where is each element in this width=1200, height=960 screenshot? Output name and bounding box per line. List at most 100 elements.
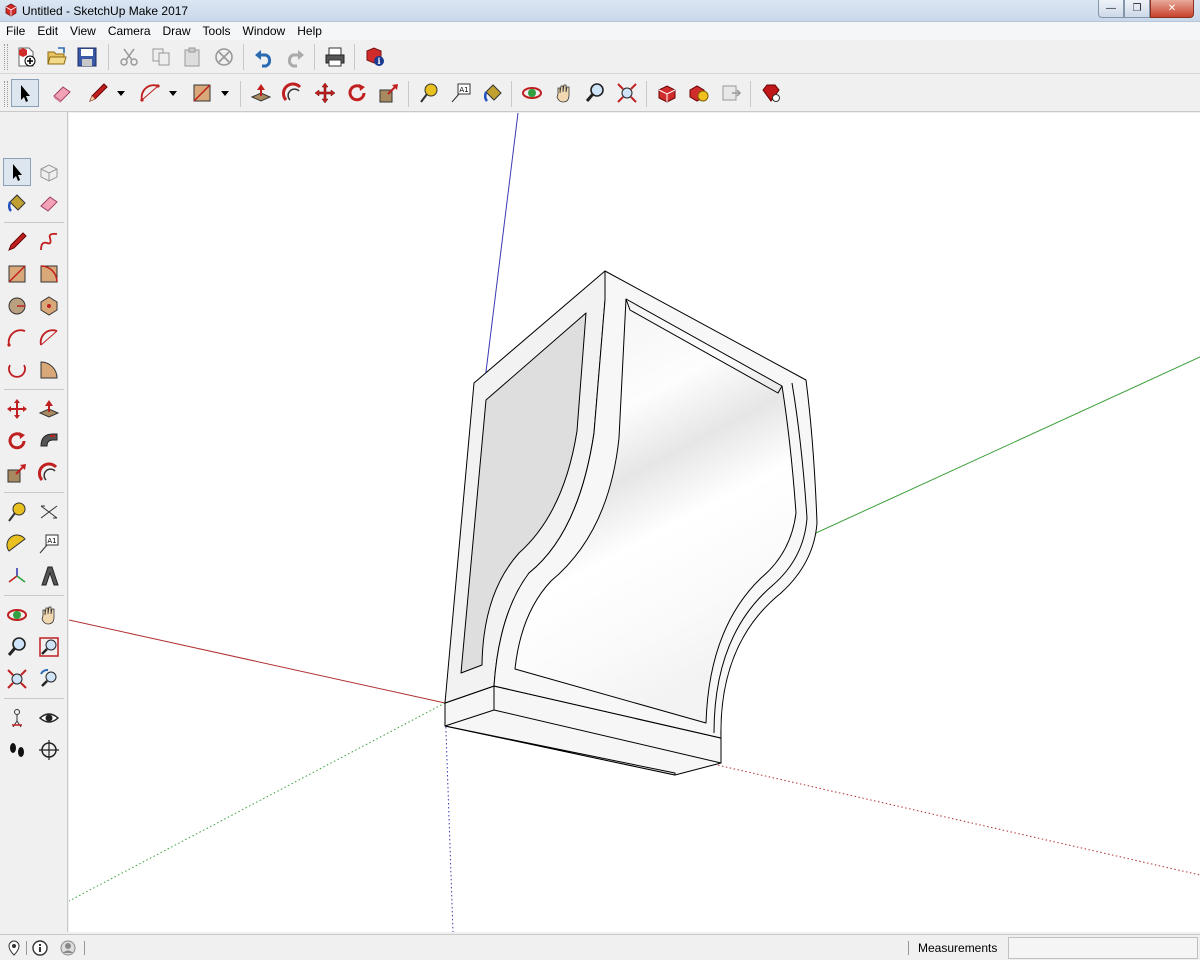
arc-tool-button[interactable] xyxy=(136,79,164,107)
extension-manager-button[interactable] xyxy=(757,79,785,107)
model-info-button[interactable]: i xyxy=(361,43,389,71)
palette-push-pull-button[interactable] xyxy=(35,395,63,423)
walk-icon xyxy=(10,743,24,757)
palette-text-button[interactable]: A1 xyxy=(35,530,63,558)
toolbar-grip[interactable] xyxy=(4,81,8,107)
palette-follow-me-button[interactable] xyxy=(35,427,63,455)
3d-warehouse-button[interactable] xyxy=(653,79,681,107)
palette-select-button[interactable] xyxy=(3,158,31,186)
palette-protractor-button[interactable] xyxy=(3,530,31,558)
palette-walk-button[interactable] xyxy=(3,736,31,764)
text-tool-button[interactable]: A1 xyxy=(447,79,475,107)
axes-icon xyxy=(8,568,26,583)
move-tool-button[interactable] xyxy=(311,79,339,107)
palette-paint-bucket-button[interactable] xyxy=(3,189,31,217)
maximize-button[interactable]: ❐ xyxy=(1124,0,1150,18)
pencil-tool-dropdown[interactable] xyxy=(116,79,126,107)
palette-rectangle-button[interactable] xyxy=(3,260,31,288)
menu-edit[interactable]: Edit xyxy=(31,22,64,40)
tape-measure-tool-button[interactable] xyxy=(415,79,443,107)
rotated-rectangle-icon xyxy=(40,265,58,283)
palette-rotate-button[interactable] xyxy=(3,427,31,455)
palette-offset-button[interactable] xyxy=(35,459,63,487)
palette-previous-view-button[interactable] xyxy=(35,665,63,693)
open-button[interactable] xyxy=(43,43,71,71)
palette-pan-button[interactable] xyxy=(35,601,63,629)
paste-button[interactable] xyxy=(178,43,206,71)
zoom-extents-tool-button[interactable] xyxy=(613,79,641,107)
palette-orbit-button[interactable] xyxy=(3,601,31,629)
drawing-viewport[interactable] xyxy=(69,113,1200,932)
palette-3d-text-button[interactable] xyxy=(35,562,63,590)
palette-zoom-window-button[interactable] xyxy=(35,633,63,661)
menu-file[interactable]: File xyxy=(0,22,31,40)
paint-bucket-tool-button[interactable] xyxy=(479,79,507,107)
palette-eraser-button[interactable] xyxy=(35,189,63,217)
rectangle-tool-dropdown[interactable] xyxy=(220,79,230,107)
palette-zoom-button[interactable] xyxy=(3,633,31,661)
palette-two-point-arc-button[interactable] xyxy=(35,324,63,352)
scale-tool-button[interactable] xyxy=(375,79,403,107)
send-to-layout-button[interactable] xyxy=(717,79,745,107)
three-point-arc-icon xyxy=(8,364,26,378)
select-tool-button[interactable] xyxy=(11,79,39,107)
rotate-tool-button[interactable] xyxy=(343,79,371,107)
palette-freehand-button[interactable] xyxy=(35,228,63,256)
paste-icon xyxy=(184,47,200,67)
menu-tools[interactable]: Tools xyxy=(197,22,237,40)
zoom-extents-icon xyxy=(7,669,27,689)
palette-three-point-arc-button[interactable] xyxy=(3,356,31,384)
palette-line-button[interactable] xyxy=(3,228,31,256)
credits-info-icon[interactable] xyxy=(32,940,48,956)
toolbar-grip[interactable] xyxy=(4,44,8,70)
geo-location-icon[interactable] xyxy=(6,940,22,956)
eraser-tool-button[interactable] xyxy=(48,79,76,107)
palette-rotated-rectangle-button[interactable] xyxy=(35,260,63,288)
menu-window[interactable]: Window xyxy=(237,22,292,40)
offset-tool-button[interactable] xyxy=(279,79,307,107)
palette-scale-button[interactable] xyxy=(3,459,31,487)
user-account-icon[interactable] xyxy=(60,940,76,956)
palette-move-button[interactable] xyxy=(3,395,31,423)
palette-arc-button[interactable] xyxy=(3,324,31,352)
rectangle-tool-button[interactable] xyxy=(188,79,216,107)
protractor-icon xyxy=(6,534,26,552)
undo-button[interactable] xyxy=(250,43,278,71)
palette-axes-button[interactable] xyxy=(3,562,31,590)
palette-pie-button[interactable] xyxy=(35,356,63,384)
menu-draw[interactable]: Draw xyxy=(157,22,197,40)
print-button[interactable] xyxy=(321,43,349,71)
palette-position-camera-button[interactable] xyxy=(3,704,31,732)
menu-help[interactable]: Help xyxy=(291,22,328,40)
corbel-model[interactable] xyxy=(444,270,818,776)
pencil-tool-button[interactable] xyxy=(84,79,112,107)
menu-view[interactable]: View xyxy=(64,22,102,40)
erase-button[interactable] xyxy=(210,43,238,71)
push-pull-tool-button[interactable] xyxy=(247,79,275,107)
palette-polygon-button[interactable] xyxy=(35,292,63,320)
new-button[interactable] xyxy=(12,43,40,71)
title-bar[interactable]: Untitled - SketchUp Make 2017 — ❐ ✕ xyxy=(0,0,1200,22)
pan-tool-button[interactable] xyxy=(550,79,578,107)
palette-look-around-button[interactable] xyxy=(35,704,63,732)
orbit-tool-button[interactable] xyxy=(518,79,546,107)
extension-warehouse-button[interactable] xyxy=(685,79,713,107)
copy-button[interactable] xyxy=(147,43,175,71)
undo-icon xyxy=(255,50,272,68)
palette-section-plane-button[interactable] xyxy=(35,736,63,764)
redo-button[interactable] xyxy=(281,43,309,71)
palette-make-component-button[interactable] xyxy=(35,158,63,186)
minimize-button[interactable]: — xyxy=(1098,0,1124,18)
close-button[interactable]: ✕ xyxy=(1150,0,1194,18)
palette-circle-button[interactable] xyxy=(3,292,31,320)
measurements-input[interactable] xyxy=(1008,937,1198,959)
zoom-tool-button[interactable] xyxy=(581,79,609,107)
palette-zoom-extents-button[interactable] xyxy=(3,665,31,693)
palette-tape-measure-button[interactable] xyxy=(3,498,31,526)
palette-dimension-button[interactable] xyxy=(35,498,63,526)
save-icon xyxy=(77,47,97,67)
menu-camera[interactable]: Camera xyxy=(102,22,157,40)
cut-button[interactable] xyxy=(115,43,143,71)
save-button[interactable] xyxy=(73,43,101,71)
arc-tool-dropdown[interactable] xyxy=(168,79,178,107)
